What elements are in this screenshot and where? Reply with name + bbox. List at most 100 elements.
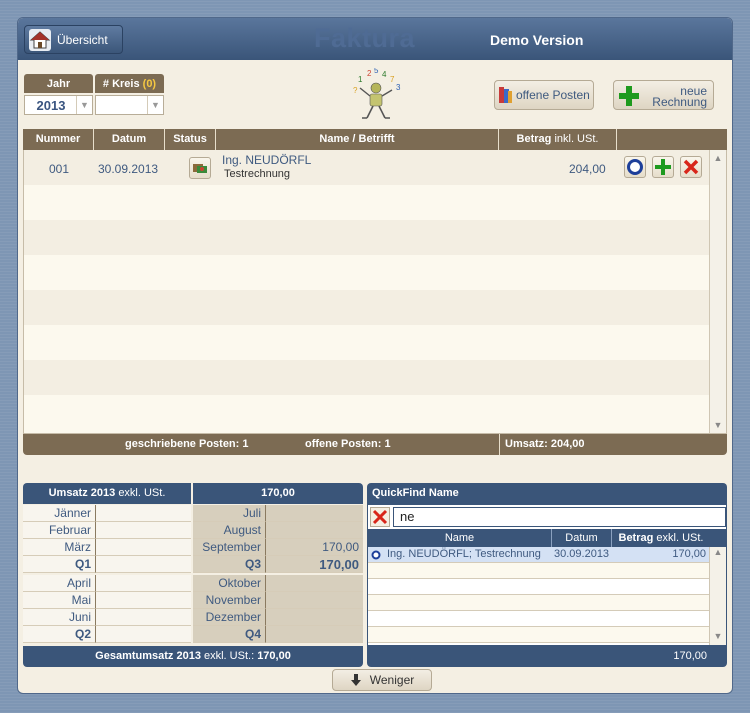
jahr-label: Jahr bbox=[24, 74, 93, 93]
gesamtumsatz: Gesamtumsatz 2013 exkl. USt.: 170,00 bbox=[23, 646, 363, 667]
delete-invoice-button[interactable] bbox=[680, 156, 702, 178]
month-november: November bbox=[193, 592, 265, 609]
jahr-select[interactable]: 2013 ▼ bbox=[24, 95, 93, 115]
edition-label: Demo Version bbox=[490, 32, 584, 48]
col-nummer[interactable]: Nummer bbox=[23, 129, 94, 150]
add-invoice-button[interactable] bbox=[652, 156, 674, 178]
neue-rechnung-button[interactable]: neue Rechnung bbox=[613, 80, 714, 110]
clear-search-button[interactable] bbox=[370, 507, 390, 527]
app-title: Faktura bbox=[314, 23, 416, 53]
umsatz-total: Umsatz: 204,00 bbox=[505, 438, 585, 450]
month-oktober: Oktober bbox=[193, 575, 265, 592]
main-window: Übersicht Faktura Demo Version Jahr # Kr… bbox=[17, 17, 733, 694]
col-status[interactable]: Status bbox=[165, 129, 216, 150]
value-q1 bbox=[95, 556, 191, 573]
weniger-button[interactable]: Weniger bbox=[332, 669, 432, 691]
table-scrollbar[interactable]: ▲ ▼ bbox=[709, 150, 726, 433]
month-mai: Mai bbox=[23, 592, 95, 609]
month-februar: Februar bbox=[23, 522, 95, 539]
bookmark-icon bbox=[499, 87, 512, 103]
qf-col-name[interactable]: Name bbox=[368, 529, 552, 547]
month-maerz: März bbox=[23, 539, 95, 556]
month-juli: Juli bbox=[193, 505, 265, 522]
month-juni: Juni bbox=[23, 609, 95, 626]
value-august bbox=[265, 522, 363, 539]
arrow-down-icon bbox=[350, 674, 361, 686]
status-icon bbox=[193, 164, 207, 173]
qf-result-datum: 30.09.2013 bbox=[554, 548, 610, 560]
rechnung-label: Rechnung bbox=[652, 95, 707, 109]
weniger-label: Weniger bbox=[369, 673, 415, 687]
svg-text:4: 4 bbox=[382, 70, 387, 79]
col-datum[interactable]: Datum bbox=[94, 129, 165, 150]
row-datum: 30.09.2013 bbox=[98, 162, 159, 176]
value-dezember bbox=[265, 609, 363, 626]
value-q2 bbox=[95, 626, 191, 643]
value-oktober bbox=[265, 575, 363, 592]
home-icon bbox=[29, 28, 51, 51]
value-februar bbox=[95, 522, 191, 539]
geschriebene-posten: geschriebene Posten: 1 bbox=[125, 438, 249, 450]
row-betrifft: Testrechnung bbox=[224, 168, 291, 180]
value-september: 170,00 bbox=[265, 539, 363, 556]
quickfind-search-input[interactable]: ne bbox=[393, 507, 726, 527]
row-nummer: 001 bbox=[49, 162, 70, 176]
scroll-up-icon[interactable]: ▲ bbox=[710, 150, 726, 166]
month-august: August bbox=[193, 522, 265, 539]
month-september: September bbox=[193, 539, 265, 556]
month-april: April bbox=[23, 575, 95, 592]
quickfind-title: QuickFind Name bbox=[367, 483, 727, 504]
value-juli bbox=[265, 505, 363, 522]
scroll-up-icon[interactable]: ▲ bbox=[710, 547, 726, 561]
quickfind-panel: QuickFind Name ne Name Datum Betrag exkl… bbox=[367, 483, 727, 667]
circle-icon bbox=[627, 159, 643, 175]
quickfind-total: 170,00 bbox=[367, 646, 727, 667]
qf-col-datum[interactable]: Datum bbox=[552, 529, 612, 547]
offene-posten-button[interactable]: offene Posten bbox=[494, 80, 594, 110]
value-juni bbox=[95, 609, 191, 626]
overview-button[interactable]: Übersicht bbox=[24, 25, 123, 54]
quarter-q3: Q3 bbox=[193, 556, 265, 573]
close-icon bbox=[683, 159, 699, 175]
value-november bbox=[265, 592, 363, 609]
offene-posten-count: offene Posten: 1 bbox=[305, 438, 391, 450]
quarter-q2: Q2 bbox=[23, 626, 95, 643]
value-mai bbox=[95, 592, 191, 609]
status-button[interactable] bbox=[189, 157, 211, 179]
value-jaenner bbox=[95, 505, 191, 522]
invoice-table: 001 30.09.2013 Ing. NEUDÖRFL Testrechnun… bbox=[23, 150, 727, 434]
open-invoice-button[interactable] bbox=[624, 156, 646, 178]
scroll-down-icon[interactable]: ▼ bbox=[710, 631, 726, 645]
chevron-down-icon[interactable]: ▼ bbox=[76, 96, 92, 114]
col-betrag[interactable]: Betrag inkl. USt. bbox=[499, 129, 617, 150]
qf-col-betrag[interactable]: Betrag exkl. USt. bbox=[612, 529, 710, 547]
umsatz-title: Umsatz 2013 exkl. USt. bbox=[23, 483, 191, 504]
value-q4 bbox=[265, 626, 363, 643]
kreis-count: (0) bbox=[142, 77, 157, 90]
close-icon bbox=[372, 509, 388, 525]
svg-text:7: 7 bbox=[390, 75, 395, 84]
title-bar: Übersicht Faktura Demo Version bbox=[18, 18, 732, 60]
overview-button-label: Übersicht bbox=[57, 32, 108, 47]
juggler-logo-icon: 1 2 5 4 7 3 ? bbox=[353, 68, 401, 119]
umsatz-panel: Umsatz 2013 exkl. USt. 170,00 Jänner Feb… bbox=[23, 483, 363, 665]
value-april bbox=[95, 575, 191, 592]
umsatz-header-total: 170,00 bbox=[193, 483, 363, 504]
svg-text:5: 5 bbox=[374, 68, 379, 75]
month-jaenner: Jänner bbox=[23, 505, 95, 522]
jahr-value: 2013 bbox=[36, 98, 66, 113]
invoice-table-header: Nummer Datum Status Name / Betrifft Betr… bbox=[23, 129, 727, 150]
quickfind-result-row[interactable]: Ing. NEUDÖRFL; Testrechnung 30.09.2013 1… bbox=[368, 547, 709, 563]
month-dezember: Dezember bbox=[193, 609, 265, 626]
col-name[interactable]: Name / Betrifft bbox=[216, 129, 499, 150]
chevron-down-icon[interactable]: ▼ bbox=[147, 96, 163, 114]
svg-text:2: 2 bbox=[367, 69, 372, 78]
plus-icon bbox=[655, 159, 671, 175]
value-maerz bbox=[95, 539, 191, 556]
svg-text:?: ? bbox=[353, 86, 358, 95]
quickfind-scrollbar[interactable]: ▲ ▼ bbox=[709, 547, 726, 645]
invoice-table-footer: geschriebene Posten: 1 offene Posten: 1 … bbox=[23, 434, 727, 455]
scroll-down-icon[interactable]: ▼ bbox=[710, 417, 726, 433]
kreis-select[interactable]: ▼ bbox=[95, 95, 164, 115]
kreis-label: # Kreis (0) bbox=[95, 74, 164, 93]
